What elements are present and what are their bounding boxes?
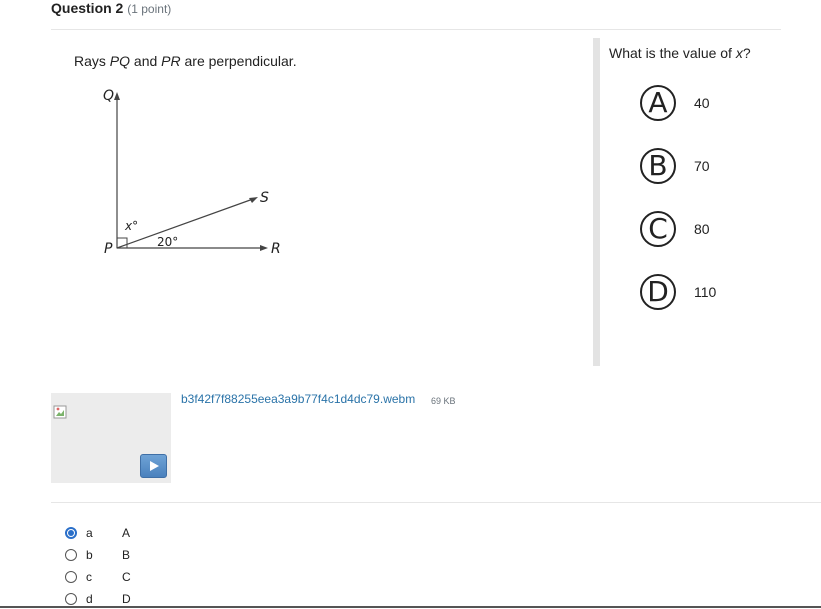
label-angle-20: 20°: [157, 235, 178, 249]
arrow-r: [260, 245, 268, 251]
radio-b[interactable]: [65, 549, 77, 561]
choice-c: C 80: [640, 211, 710, 247]
radio-d[interactable]: [65, 593, 77, 605]
option-b[interactable]: b B: [65, 545, 142, 565]
play-icon: [149, 461, 159, 471]
option-d-letter: d: [86, 592, 93, 606]
option-a-answer: A: [122, 526, 131, 540]
arrow-s: [249, 197, 258, 203]
label-p: P: [104, 241, 113, 257]
choice-c-circle: C: [640, 211, 676, 247]
divider: [51, 502, 821, 503]
geometry-diagram: Q S P R x° 20°: [103, 88, 281, 257]
divider: [51, 29, 781, 30]
question-title: Question 2: [51, 0, 124, 16]
broken-image-icon: [53, 405, 67, 419]
choice-b: B 70: [640, 148, 710, 184]
label-s: S: [260, 190, 269, 206]
choice-b-circle: B: [640, 148, 676, 184]
attachment-size: 69 KB: [431, 396, 456, 406]
play-button[interactable]: [140, 454, 167, 478]
choice-a-value: 40: [694, 95, 710, 111]
choice-d: D 110: [640, 274, 716, 310]
arrow-q: [114, 92, 120, 100]
label-r: R: [271, 241, 281, 257]
choice-a-circle: A: [640, 85, 676, 121]
option-c[interactable]: c C: [65, 567, 142, 587]
question-points: (1 point): [127, 2, 172, 16]
option-d-answer: D: [122, 592, 131, 606]
ray-pq: PQ: [109, 53, 131, 69]
option-c-answer: C: [122, 570, 131, 584]
video-thumbnail[interactable]: [51, 393, 171, 483]
question-header: Question 2 (1 point): [51, 0, 171, 16]
choice-c-value: 80: [694, 221, 710, 237]
option-b-letter: b: [86, 548, 93, 562]
attachment-link[interactable]: b3f42f7f88255eea3a9b77f4c1d4dc79.webm: [181, 392, 415, 406]
problem-statement: Rays PQ and PR are perpendicular.: [74, 53, 297, 69]
choice-b-value: 70: [694, 158, 710, 174]
radio-c[interactable]: [65, 571, 77, 583]
option-b-answer: B: [122, 548, 131, 562]
ray-pr: PR: [161, 53, 181, 69]
bottom-border: [0, 606, 821, 608]
choice-d-circle: D: [640, 274, 676, 310]
column-divider: [593, 38, 600, 366]
choice-a: A 40: [640, 85, 710, 121]
option-c-letter: c: [86, 570, 92, 584]
label-angle-x: x°: [124, 219, 138, 233]
radio-a[interactable]: [65, 527, 77, 539]
option-a-letter: a: [86, 526, 93, 540]
label-q: Q: [103, 88, 114, 104]
question-text: What is the value of x?: [609, 45, 751, 61]
choice-d-value: 110: [694, 284, 717, 300]
option-a[interactable]: a A: [65, 523, 142, 543]
